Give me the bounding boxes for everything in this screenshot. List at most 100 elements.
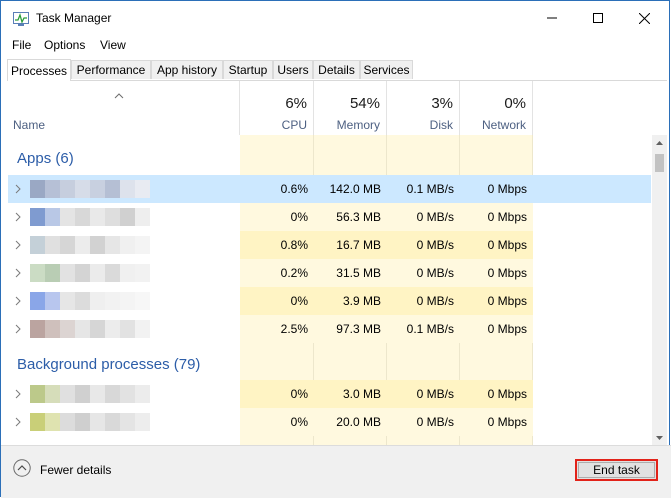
tab-services[interactable]: Services — [360, 60, 413, 79]
disk-value: 0 MB/s — [416, 294, 454, 308]
task-manager-window: Task Manager File Options View Processes… — [0, 0, 671, 498]
redaction-block — [90, 292, 105, 310]
redaction-block — [120, 180, 135, 198]
vertical-scrollbar[interactable] — [652, 135, 667, 445]
network-total-percent: 0% — [504, 95, 526, 112]
chevron-right-icon[interactable] — [15, 184, 21, 194]
disk-value: 0.1 MB/s — [406, 182, 454, 196]
menu-options[interactable]: Options — [44, 37, 85, 53]
process-row[interactable]: 0% 3.9 MB 0 MB/s 0 Mbps — [8, 287, 651, 315]
redaction-block — [30, 264, 45, 282]
redaction-block — [120, 264, 135, 282]
redaction-block — [30, 320, 45, 338]
redaction-block — [120, 385, 135, 403]
process-name-redacted — [30, 385, 150, 403]
disk-value: 0 MB/s — [416, 387, 454, 401]
process-row[interactable]: 0.6% 142.0 MB 0.1 MB/s 0 Mbps — [8, 175, 651, 203]
redaction-block — [45, 292, 60, 310]
column-header-memory[interactable]: 54% Memory — [314, 81, 387, 135]
redaction-block — [90, 208, 105, 226]
disk-value: 0 MB/s — [416, 266, 454, 280]
memory-value: 56.3 MB — [336, 210, 381, 224]
chevron-right-icon[interactable] — [15, 268, 21, 278]
redaction-block — [75, 208, 90, 226]
fewer-details-link[interactable]: Fewer details — [40, 463, 111, 477]
tab-label: Users — [277, 63, 309, 77]
group-header-background[interactable]: Background processes (79) — [17, 356, 200, 373]
group-header-apps[interactable]: Apps (6) — [17, 150, 74, 167]
close-button[interactable] — [621, 1, 667, 35]
scroll-down-button[interactable] — [652, 430, 667, 445]
tab-app-history[interactable]: App history — [151, 60, 223, 79]
cpu-value: 2.5% — [280, 322, 308, 336]
disk-value: 0 MB/s — [416, 210, 454, 224]
tab-label: App history — [156, 63, 218, 77]
scroll-down-icon — [656, 435, 663, 440]
tab-startup[interactable]: Startup — [223, 60, 273, 79]
redaction-block — [135, 385, 150, 403]
memory-value: 31.5 MB — [336, 266, 381, 280]
redaction-block — [60, 292, 75, 310]
cpu-value: 0% — [290, 294, 308, 308]
process-row[interactable]: 0.8% 16.7 MB 0 MB/s 0 Mbps — [8, 231, 651, 259]
redaction-block — [45, 208, 60, 226]
network-value: 0 Mbps — [487, 238, 527, 252]
scroll-up-button[interactable] — [652, 135, 667, 150]
column-label-name: Name — [13, 118, 46, 132]
minimize-button[interactable] — [529, 1, 575, 35]
column-label-memory: Memory — [336, 118, 380, 132]
process-row[interactable]: 2.5% 97.3 MB 0.1 MB/s 0 Mbps — [8, 315, 651, 343]
redaction-block — [45, 180, 60, 198]
tab-label: Startup — [228, 63, 268, 77]
column-header-name[interactable]: Name — [8, 81, 240, 135]
network-value: 0 Mbps — [487, 266, 527, 280]
memory-value: 142.0 MB — [329, 182, 381, 196]
redaction-block — [60, 385, 75, 403]
network-value: 0 Mbps — [487, 415, 527, 429]
chevron-right-icon[interactable] — [15, 296, 21, 306]
column-header-cpu[interactable]: 6% CPU — [240, 81, 314, 135]
redaction-block — [135, 320, 150, 338]
end-task-button[interactable]: End task — [575, 459, 658, 481]
process-row[interactable]: 0% 20.0 MB 0 MB/s 0 Mbps — [8, 408, 651, 436]
redaction-block — [75, 320, 90, 338]
redaction-block — [135, 264, 150, 282]
redaction-block — [45, 236, 60, 254]
redaction-block — [30, 208, 45, 226]
tab-details[interactable]: Details — [313, 60, 360, 79]
redaction-block — [90, 180, 105, 198]
chevron-right-icon[interactable] — [15, 389, 21, 399]
process-row[interactable]: 0% 56.3 MB 0 MB/s 0 Mbps — [8, 203, 651, 231]
chevron-right-icon[interactable] — [15, 417, 21, 427]
chevron-right-icon[interactable] — [15, 324, 21, 334]
menu-view[interactable]: View — [100, 37, 126, 53]
chevron-right-icon[interactable] — [15, 240, 21, 250]
maximize-button[interactable] — [575, 1, 621, 35]
process-list: Name 6% CPU 54% Memory 3% Disk 0% Networ… — [8, 81, 651, 445]
column-header-network[interactable]: 0% Network — [460, 81, 533, 135]
disk-value: 0 MB/s — [416, 238, 454, 252]
chevron-up-circle-icon[interactable] — [13, 459, 31, 477]
redaction-block — [120, 292, 135, 310]
redaction-block — [75, 413, 90, 431]
redaction-block — [105, 320, 120, 338]
menu-file[interactable]: File — [12, 37, 31, 53]
process-name-redacted — [30, 180, 150, 198]
chevron-right-icon[interactable] — [15, 212, 21, 222]
process-row[interactable]: 0.2% 31.5 MB 0 MB/s 0 Mbps — [8, 259, 651, 287]
tab-performance[interactable]: Performance — [71, 60, 151, 79]
redaction-block — [30, 413, 45, 431]
scroll-thumb[interactable] — [655, 154, 664, 172]
redaction-block — [75, 180, 90, 198]
redaction-block — [90, 264, 105, 282]
column-header-disk[interactable]: 3% Disk — [387, 81, 460, 135]
tab-users[interactable]: Users — [273, 60, 313, 79]
process-row[interactable]: 0% 3.0 MB 0 MB/s 0 Mbps — [8, 380, 651, 408]
tab-label: Services — [363, 63, 410, 77]
title-bar: Task Manager — [1, 1, 671, 35]
tab-processes[interactable]: Processes — [7, 59, 71, 81]
redaction-block — [90, 236, 105, 254]
redaction-block — [45, 320, 60, 338]
redaction-block — [60, 413, 75, 431]
menu-bar: File Options View — [1, 35, 671, 55]
